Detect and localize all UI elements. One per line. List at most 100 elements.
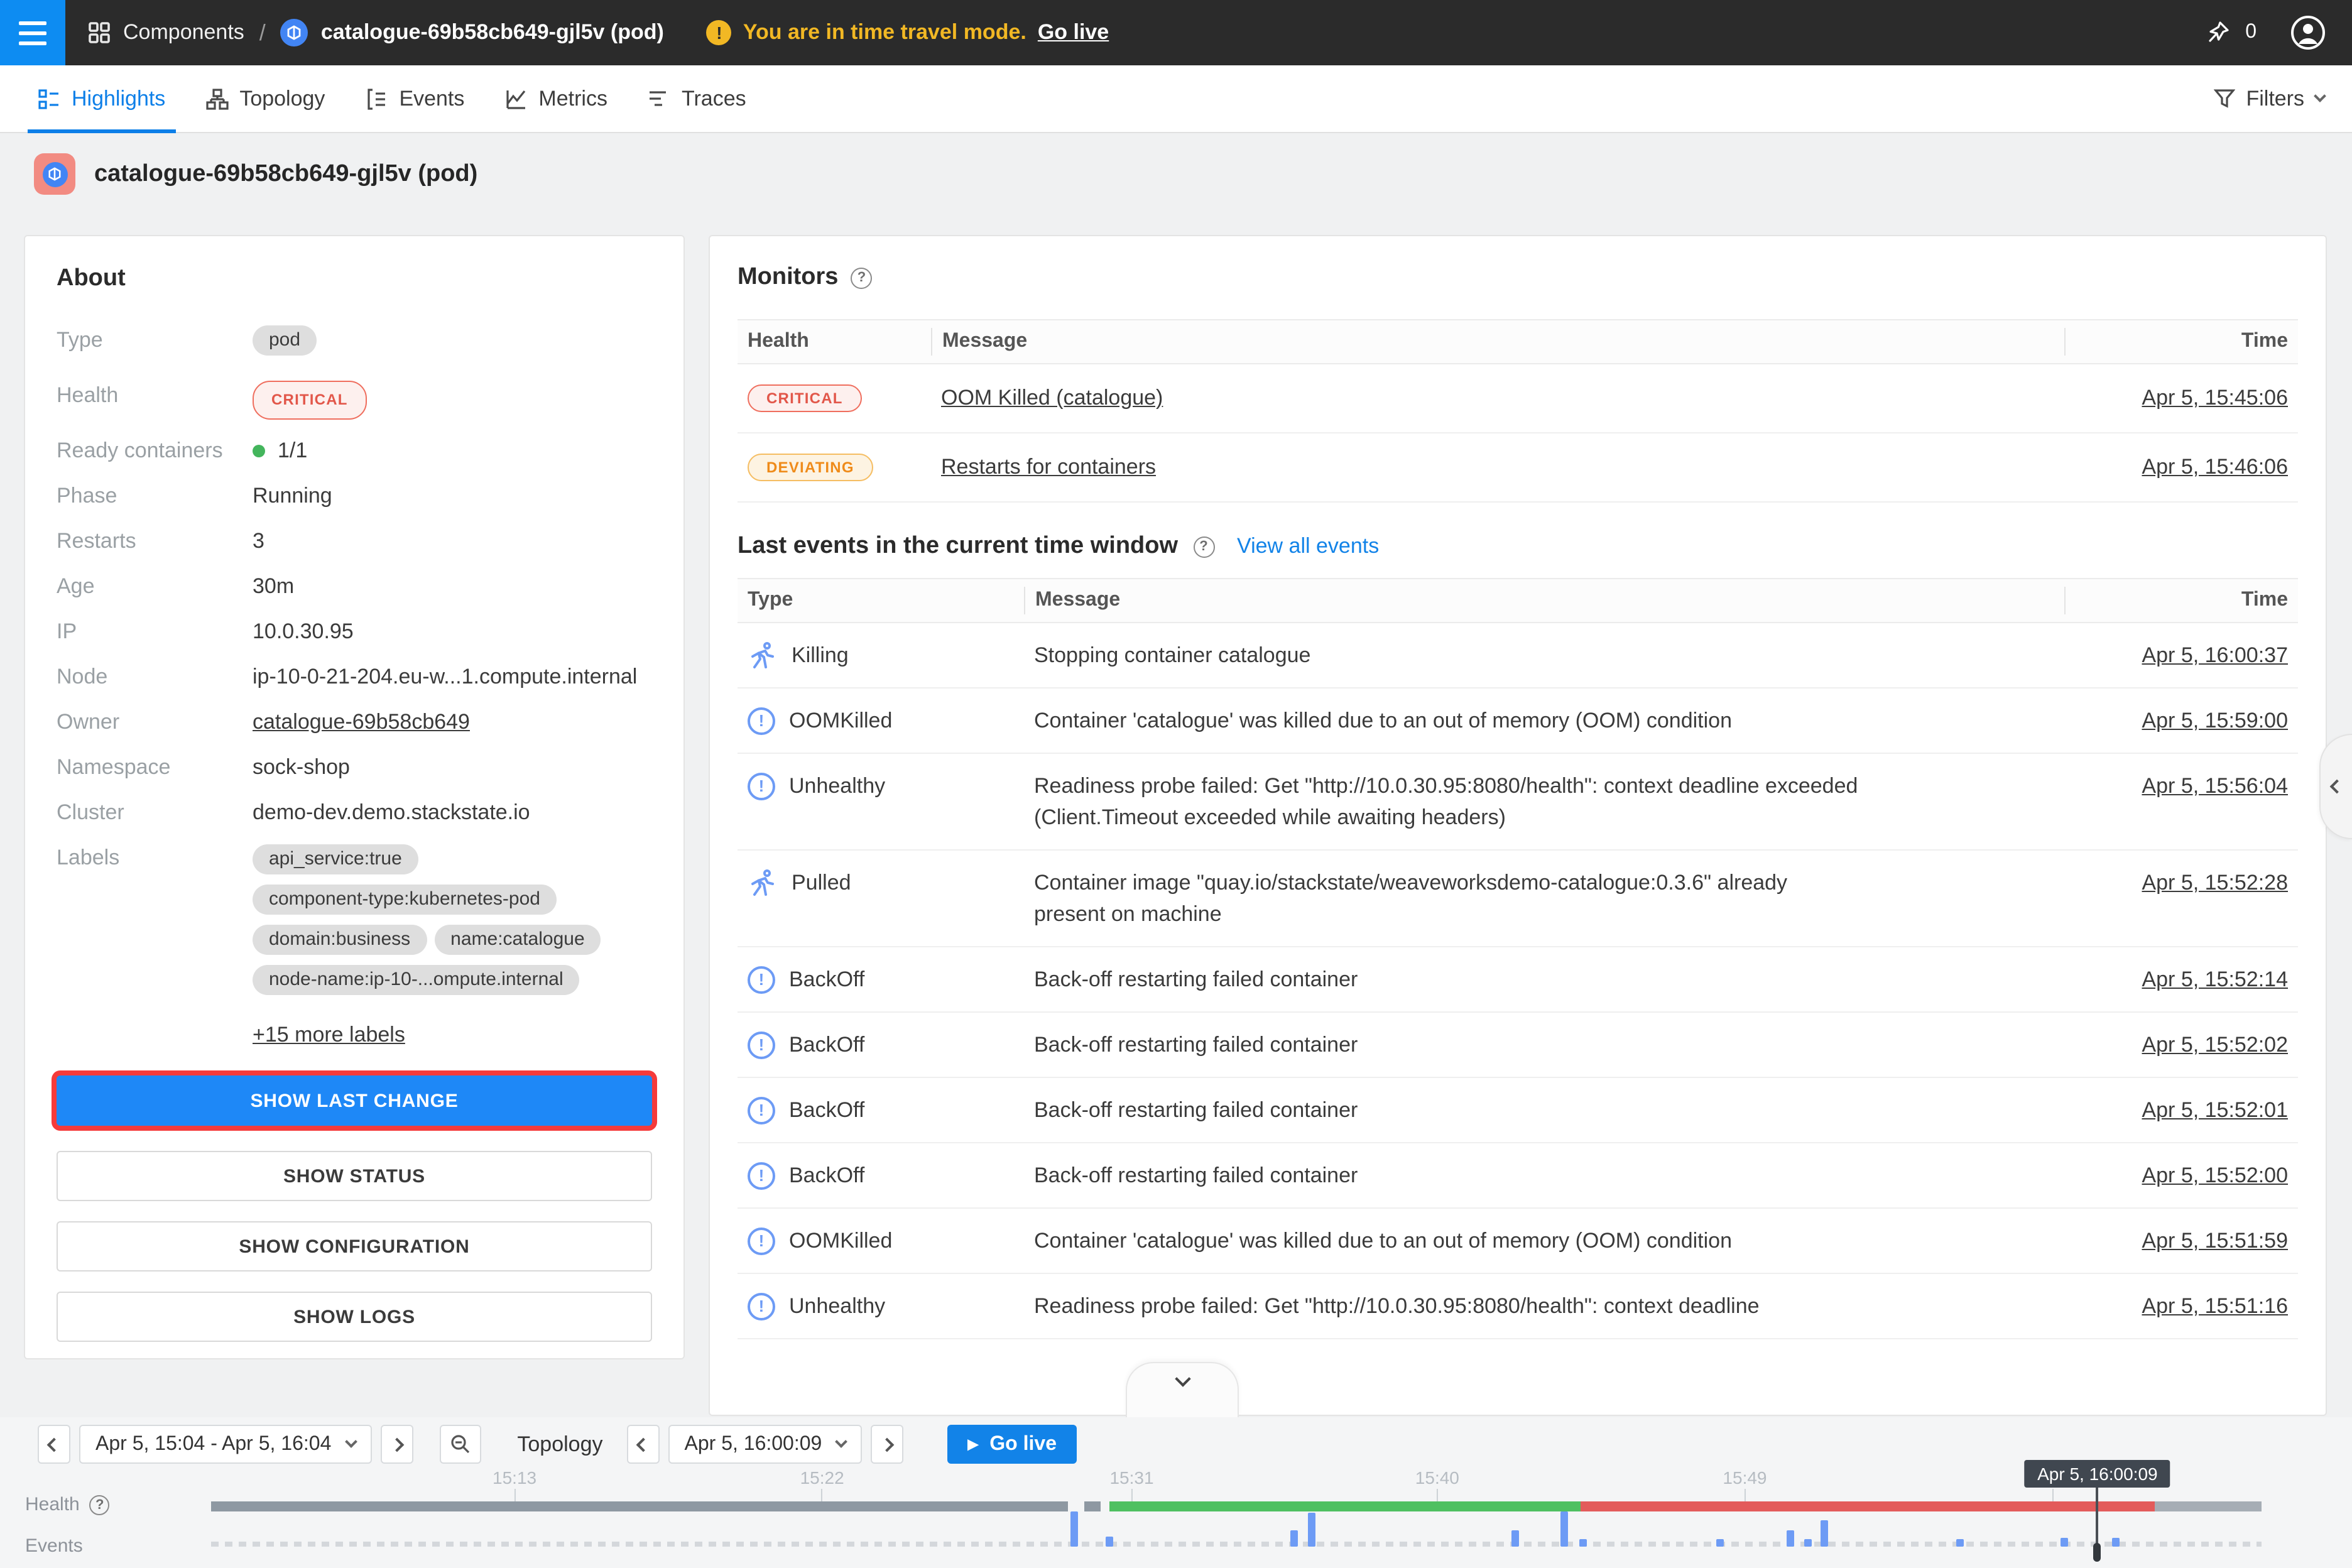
timeline-events-label: Events <box>25 1535 83 1557</box>
traces-icon <box>648 87 670 110</box>
events-heading-row: Last events in the current time window ?… <box>738 533 2298 560</box>
event-type-cell: Killing <box>738 640 1024 671</box>
time-cursor-handle[interactable] <box>2094 1543 2101 1562</box>
label-chip: component-type:kubernetes-pod <box>253 885 557 915</box>
about-row: PhaseRunning <box>57 481 652 510</box>
about-row-label: Owner <box>57 707 253 736</box>
runner-icon <box>748 868 778 898</box>
show-status-button[interactable]: SHOW STATUS <box>57 1151 652 1201</box>
column-header: Message <box>931 328 2064 356</box>
about-row-label: Ready containers <box>57 436 253 465</box>
event-bar <box>1716 1539 1724 1547</box>
monitors-heading: Monitors <box>738 264 838 291</box>
alert-circle-icon: ! <box>748 1292 775 1320</box>
tick-label: 15:13 <box>493 1467 536 1489</box>
tab-metrics[interactable]: Metrics <box>484 65 628 132</box>
help-icon[interactable]: ? <box>90 1494 110 1515</box>
page-title: catalogue-69b58cb649-gjl5v (pod) <box>94 160 477 188</box>
time-forward-button[interactable] <box>871 1425 903 1464</box>
help-icon[interactable]: ? <box>851 267 872 288</box>
breadcrumb-entity-name[interactable]: catalogue-69b58cb649-gjl5v (pod) <box>321 20 664 45</box>
event-row: !BackOffBack-off restarting failed conta… <box>738 1143 2298 1209</box>
event-message-cell: Back-off restarting failed container <box>1024 1094 2064 1126</box>
go-live-button[interactable]: ▶ Go live <box>947 1425 1077 1464</box>
event-time-link[interactable]: Apr 5, 15:51:16 <box>2142 1294 2288 1318</box>
top-bar-actions: 0 <box>2205 14 2352 52</box>
event-time-link[interactable]: Apr 5, 15:59:00 <box>2142 709 2288 732</box>
event-time-link[interactable]: Apr 5, 15:51:59 <box>2142 1229 2288 1253</box>
event-time-link[interactable]: Apr 5, 15:52:02 <box>2142 1033 2288 1057</box>
monitors-heading-row: Monitors ? <box>738 264 2298 291</box>
about-row-label: Cluster <box>57 798 253 827</box>
pin-icon[interactable] <box>2205 20 2230 45</box>
event-time-link[interactable]: Apr 5, 15:52:00 <box>2142 1163 2288 1187</box>
monitor-link[interactable]: Restarts for containers <box>941 455 1156 479</box>
more-labels-link[interactable]: +15 more labels <box>253 1023 405 1048</box>
help-icon[interactable]: ? <box>1193 536 1214 557</box>
event-type-cell: Pulled <box>738 867 1024 898</box>
about-row: Namespacesock-shop <box>57 753 652 781</box>
owner-link[interactable]: catalogue-69b58cb649 <box>253 707 470 736</box>
timeline-expand-toggle[interactable] <box>1126 1362 1239 1417</box>
event-bar <box>1956 1539 1964 1547</box>
tab-traces[interactable]: Traces <box>628 65 766 132</box>
about-row-value: 10.0.30.95 <box>253 617 354 646</box>
tab-highlights[interactable]: Highlights <box>18 65 185 132</box>
time-range-select[interactable]: Apr 5, 15:04 - Apr 5, 16:04 <box>79 1425 371 1464</box>
event-type-cell: !BackOff <box>738 1029 1024 1060</box>
topology-time-select[interactable]: Apr 5, 16:00:09 <box>668 1425 863 1464</box>
event-bar <box>1106 1537 1113 1547</box>
event-time-link[interactable]: Apr 5, 15:52:28 <box>2142 871 2288 895</box>
event-message: Container image "quay.io/stackstate/weav… <box>1034 867 1863 930</box>
event-type-cell: !OOMKilled <box>738 705 1024 736</box>
breadcrumb-components[interactable]: Components <box>123 20 244 45</box>
timeline-health-label: Health ? <box>25 1494 110 1515</box>
monitor-link[interactable]: OOM Killed (catalogue) <box>941 386 1163 410</box>
about-rows: TypepodHealthCRITICALReady containers1/1… <box>57 325 652 1004</box>
monitor-time-link[interactable]: Apr 5, 15:46:06 <box>2142 455 2288 479</box>
right-drawer-toggle[interactable] <box>2319 734 2352 839</box>
event-row: !BackOffBack-off restarting failed conta… <box>738 1013 2298 1078</box>
user-avatar[interactable] <box>2289 14 2327 52</box>
hamburger-menu-button[interactable] <box>0 0 65 65</box>
event-bar <box>1786 1530 1794 1547</box>
magnifier-minus-icon <box>449 1434 471 1455</box>
about-row-value: Running <box>253 481 332 510</box>
about-row-label: Restarts <box>57 526 253 555</box>
event-time-link[interactable]: Apr 5, 15:52:14 <box>2142 967 2288 991</box>
health-badge: DEVIATING <box>748 454 873 481</box>
event-time-link[interactable]: Apr 5, 15:56:04 <box>2142 774 2288 798</box>
tab-events[interactable]: Events <box>345 65 484 132</box>
about-heading: About <box>57 265 652 293</box>
show-last-change-button[interactable]: SHOW LAST CHANGE <box>57 1075 652 1126</box>
about-row: Ownercatalogue-69b58cb649 <box>57 707 652 736</box>
tab-label: Traces <box>682 86 746 111</box>
timeline-bar: Health ? Events 15:1315:2215:3115:4015:4… <box>0 1417 2352 1568</box>
tab-topology[interactable]: Topology <box>185 65 345 132</box>
runner-icon <box>748 640 778 670</box>
range-forward-button[interactable] <box>380 1425 413 1464</box>
about-row: HealthCRITICAL <box>57 381 652 420</box>
monitor-health-cell: DEVIATING <box>738 454 931 481</box>
monitor-time-link[interactable]: Apr 5, 15:45:06 <box>2142 386 2288 410</box>
go-live-link[interactable]: Go live <box>1038 20 1109 45</box>
timeline-controls: Apr 5, 15:04 - Apr 5, 16:04 Topology Apr… <box>38 1425 1077 1464</box>
show-configuration-button[interactable]: SHOW CONFIGURATION <box>57 1221 652 1271</box>
zoom-out-button[interactable] <box>439 1425 481 1464</box>
alert-circle-icon: ! <box>748 966 775 993</box>
metrics-icon <box>504 87 527 110</box>
show-logs-button[interactable]: SHOW LOGS <box>57 1292 652 1342</box>
about-row-value: ip-10-0-21-204.eu-w...1.compute.internal <box>253 662 637 691</box>
event-time-link[interactable]: Apr 5, 15:52:01 <box>2142 1098 2288 1122</box>
event-row: !OOMKilledContainer 'catalogue' was kill… <box>738 1209 2298 1274</box>
highlights-icon <box>38 87 60 110</box>
view-all-events-link[interactable]: View all events <box>1237 534 1379 559</box>
monitor-row: DEVIATING Restarts for containers Apr 5, 1… <box>738 433 2298 503</box>
chevron-down-icon <box>1174 1371 1190 1386</box>
event-time-link[interactable]: Apr 5, 16:00:37 <box>2142 643 2288 667</box>
time-back-button[interactable] <box>627 1425 660 1464</box>
about-row: Ready containers1/1 <box>57 436 652 465</box>
tick-mark <box>1131 1489 1133 1501</box>
range-back-button[interactable] <box>38 1425 70 1464</box>
filters-button[interactable]: Filters <box>2213 86 2324 111</box>
